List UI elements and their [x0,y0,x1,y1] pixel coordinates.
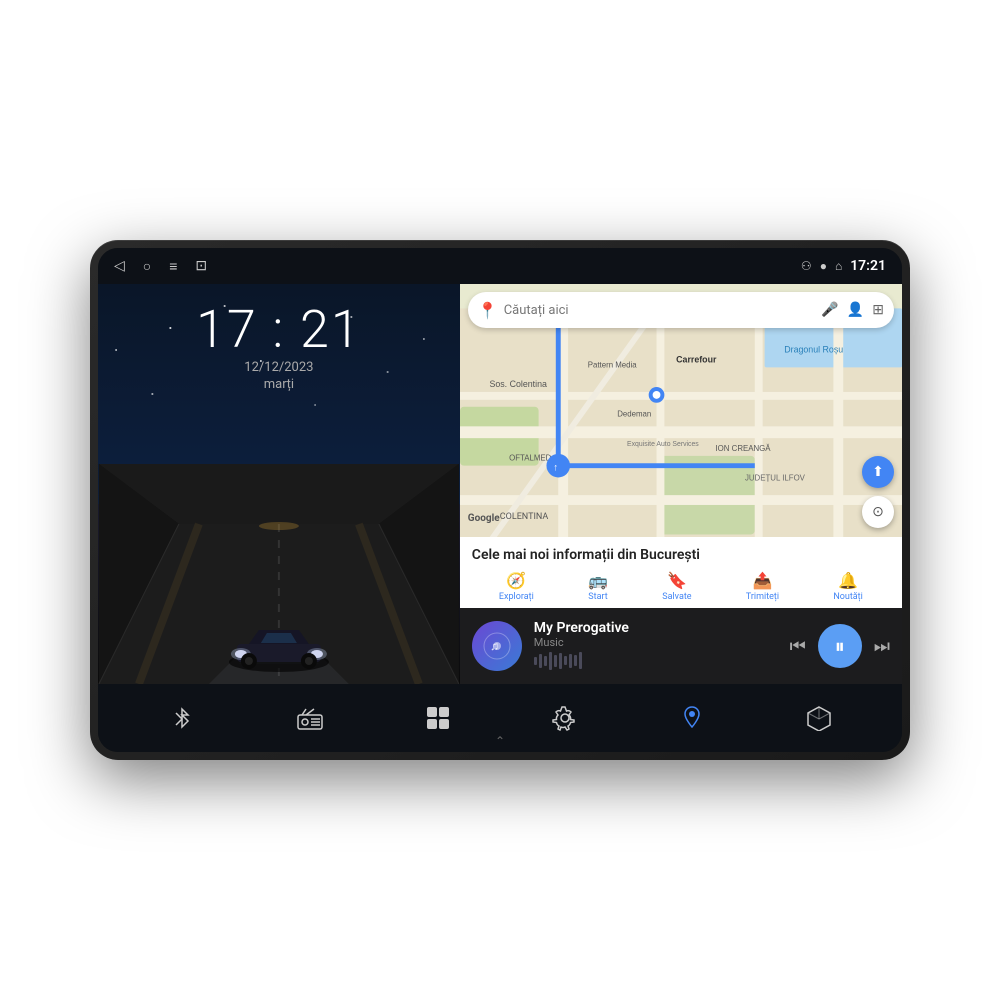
map-nav-tabs: 🧭 Explorați 🚌 Start 🔖 Salvate [472,571,890,602]
saved-icon: 🔖 [667,571,687,590]
music-play-button[interactable]: ⏸ [818,624,862,668]
svg-text:Carrefour: Carrefour [676,354,717,364]
svg-text:↑: ↑ [553,463,558,474]
music-prev-button[interactable]: ⏮ [790,636,806,657]
tunnel-area [98,464,460,684]
bluetooth-icon [169,705,195,731]
play-pause-icon: ⏸ [835,634,845,658]
map-info-title: Cele mai noi informații din București [472,547,890,563]
map-tab-explorați[interactable]: 🧭 Explorați [499,571,534,602]
bluetooth-icon: ⚇ [801,259,812,273]
maps-icon [679,705,705,731]
map-locate-button[interactable]: ⊙ [862,496,894,528]
nav-up-arrow[interactable]: ⌃ [495,734,505,748]
radio-icon [296,705,324,731]
svg-text:JUDEȚUL ILFOV: JUDEȚUL ILFOV [745,473,806,482]
album-art: ♫ [472,621,522,671]
nav-screenshot-button[interactable]: ⊡ [195,258,207,274]
share-label: Trimiteți [746,592,779,602]
waveform-bar-1 [534,657,537,665]
map-tab-start[interactable]: 🚌 Start [588,571,608,602]
share-icon: 📤 [752,571,772,590]
main-content: 17 : 21 12/12/2023 marți [98,284,902,684]
svg-text:Sos. Colentina: Sos. Colentina [489,379,547,389]
account-icon[interactable]: 👤 [847,302,864,318]
signal-icon: ● [820,259,827,273]
map-search-bar[interactable]: 📍 Căutați aici 🎤 👤 ⊞ [468,292,894,328]
nav-home-button[interactable]: ○ [143,258,151,275]
map-info-panel: Cele mai noi informații din București 🧭 … [460,537,902,608]
map-tab-noutăți[interactable]: 🔔 Noutăți [833,571,863,602]
saved-label: Salvate [662,592,691,602]
google-logo: Google [468,513,500,524]
waveform-bar-8 [569,654,572,668]
nav-3d[interactable] [806,705,832,731]
map-search-text[interactable]: Căutați aici [504,303,822,318]
music-player: ♫ My Prerogative Music [460,608,902,684]
device-shell: ◁ ○ ≡ ⊡ ⚇ ● ⌂ 17:21 17 : 21 12/12/2023 m… [90,240,910,760]
nav-bluetooth[interactable] [169,705,195,731]
music-controls: ⏮ ⏸ ⏭ [790,624,890,668]
nav-menu-button[interactable]: ≡ [169,258,177,275]
clock-day: marți [196,377,362,392]
map-tab-salvate[interactable]: 🔖 Salvate [662,571,691,602]
explore-icon: 🧭 [506,571,526,590]
map-search-icons: 🎤 👤 ⊞ [821,302,884,318]
svg-text:Pattern Media: Pattern Media [588,360,638,369]
wifi-icon: ⌂ [835,259,842,273]
music-next-button[interactable]: ⏭ [874,636,890,657]
start-label: Start [588,592,607,602]
svg-text:Dedeman: Dedeman [617,410,651,419]
nav-settings[interactable] [552,705,578,731]
music-info: My Prerogative Music [534,620,778,673]
grid-icon[interactable]: ⊞ [872,302,884,318]
nav-buttons: ◁ ○ ≡ ⊡ [114,258,207,275]
map-pin-icon: 📍 [478,301,498,320]
settings-icon [552,705,578,731]
clock-time: 17 : 21 [196,304,362,356]
svg-text:Exquisite Auto Services: Exquisite Auto Services [627,441,699,448]
nav-maps[interactable] [679,705,705,731]
map-tab-trimiteți[interactable]: 📤 Trimiteți [746,571,779,602]
nav-radio[interactable] [296,705,324,731]
3d-icon [806,705,832,731]
clock-area: 17 : 21 12/12/2023 marți [196,284,362,392]
music-waveform [534,649,594,673]
device-screen: ◁ ○ ≡ ⊡ ⚇ ● ⌂ 17:21 17 : 21 12/12/2023 m… [98,248,902,752]
waveform-bar-10 [579,652,582,669]
clock-date: 12/12/2023 [196,360,362,375]
svg-text:ION CREANGĂ: ION CREANGĂ [715,444,771,453]
music-title: My Prerogative [534,620,778,636]
colentina-label: COLENTINA [500,512,549,522]
news-label: Noutăți [833,592,863,602]
transit-icon: 🚌 [588,571,608,590]
waveform-bar-6 [559,653,562,669]
waveform-bar-4 [549,652,552,670]
nav-back-button[interactable]: ◁ [114,258,125,274]
tunnel-scene-svg [98,464,460,684]
waveform-bar-7 [564,656,567,665]
svg-text:OFTALMED: OFTALMED [509,454,552,463]
waveform-bar-5 [554,655,557,667]
status-time: 17:21 [850,258,886,274]
status-bar: ◁ ○ ≡ ⊡ ⚇ ● ⌂ 17:21 [98,248,902,284]
waveform-bar-9 [574,655,577,666]
svg-text:Dragonul Roșu: Dragonul Roșu [784,345,843,355]
map-area[interactable]: Sos. Colentina Pattern Media Carrefour D… [460,284,902,608]
nav-apps[interactable] [425,705,451,731]
right-panel: Sos. Colentina Pattern Media Carrefour D… [460,284,902,684]
waveform-bar-2 [539,654,542,668]
status-right: ⚇ ● ⌂ 17:21 [801,258,886,274]
left-panel: 17 : 21 12/12/2023 marți [98,284,460,684]
apps-icon [425,705,451,731]
explore-label: Explorați [499,592,534,602]
waveform-bar-3 [544,656,547,666]
svg-text:♫: ♫ [490,639,499,653]
map-navigate-button[interactable]: ⬆ [862,456,894,488]
voice-search-icon[interactable]: 🎤 [821,302,838,318]
bottom-nav: ⌃ [98,684,902,752]
news-icon: 🔔 [838,571,858,590]
music-subtitle: Music [534,636,778,649]
